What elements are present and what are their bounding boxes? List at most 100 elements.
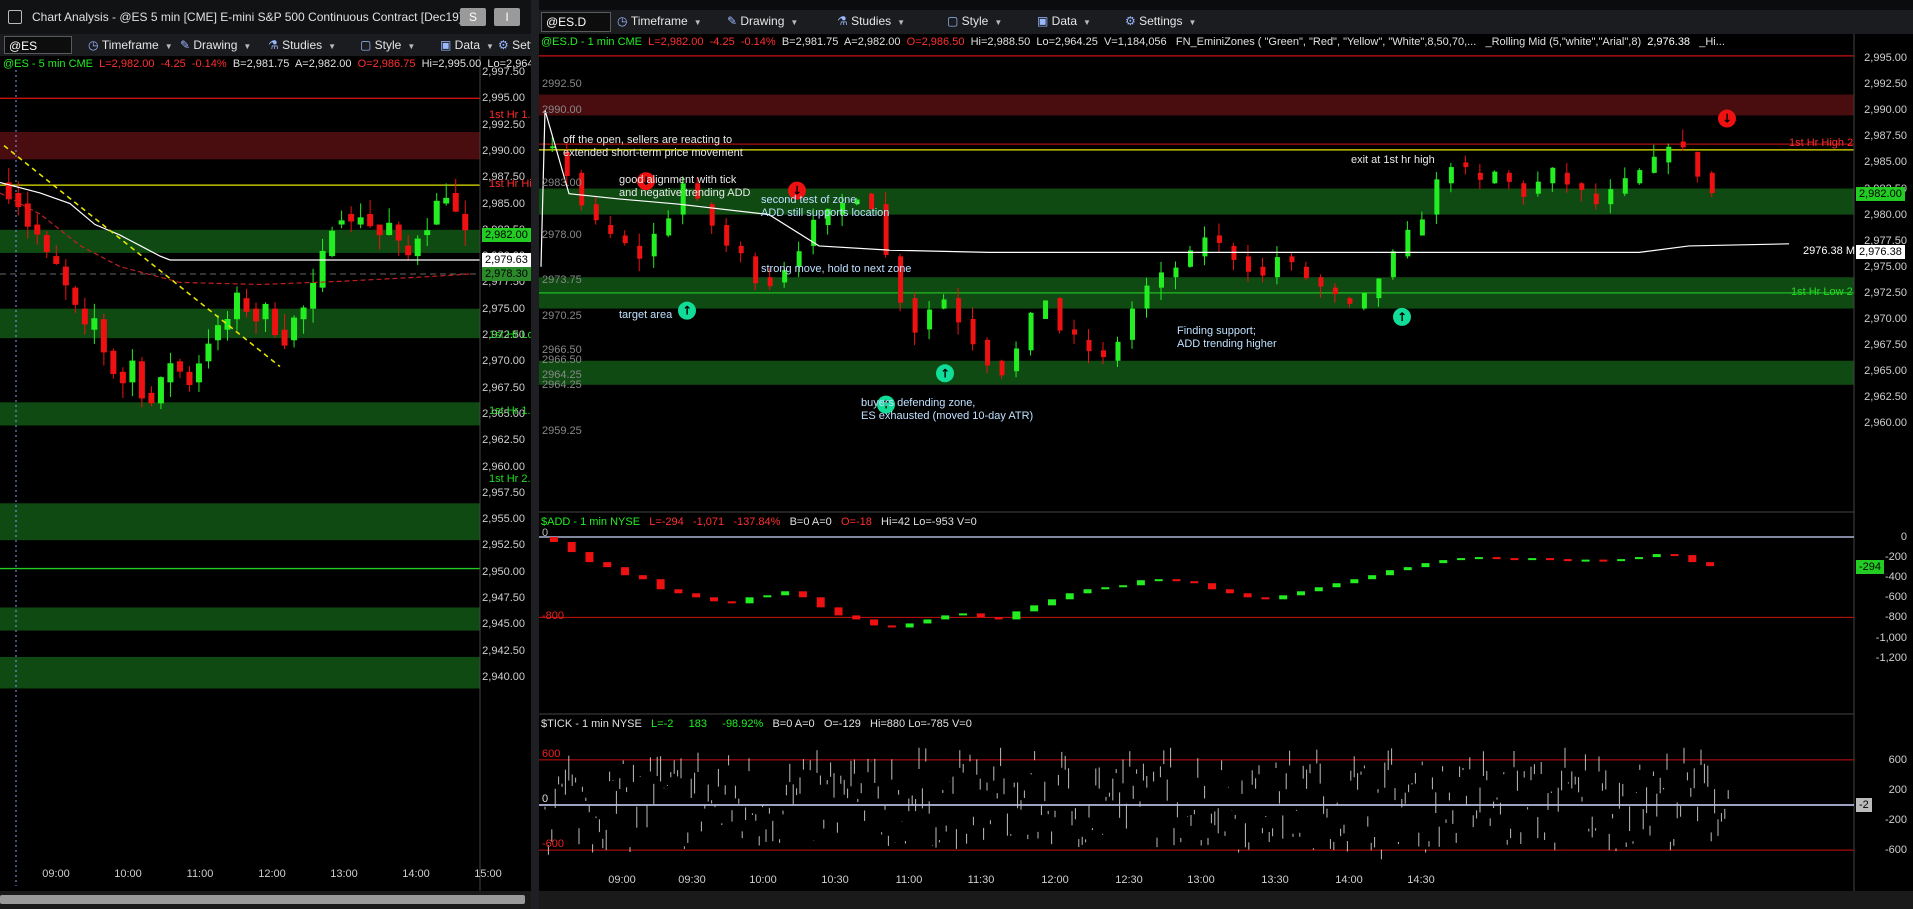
y-axis-tick: 2,965.00	[1864, 365, 1907, 378]
candle	[1593, 193, 1599, 205]
candle	[1144, 285, 1150, 309]
candle	[1390, 251, 1396, 278]
right-chart-area[interactable]: ↓ ↓ ↓ ↑ ↑ ↑ ↑ @ES.D - 1 min CME L=2,982.00 -4.…	[539, 34, 1913, 891]
toolbar-settings-menu[interactable]: ⚙ Settings ▼	[1125, 10, 1196, 32]
right-window: @ES.D ◷ Timeframe ▼ ✎ Drawing ▼ ⚗ Studies ▼ ▢ …	[539, 0, 1913, 909]
add-bar	[781, 591, 790, 596]
toolbar-data-menu[interactable]: ▣ Data ▼	[440, 34, 494, 56]
y-axis-tick: 2,945.00	[482, 618, 525, 631]
arrow-glyph: ↑	[682, 304, 692, 318]
y-axis-tick: 2,995.00	[1864, 52, 1907, 64]
candle	[1260, 266, 1266, 276]
toolbar-studies-menu[interactable]: ⚗ Studies ▼	[837, 10, 905, 32]
candle	[1245, 256, 1251, 272]
y-axis-tick: 2,950.00	[482, 565, 525, 578]
toolbar-data-menu[interactable]: ▣ Data ▼	[1037, 10, 1091, 32]
toolbar-style-menu[interactable]: ▢ Style ▼	[360, 34, 415, 56]
arrow-glyph: ↑	[1397, 310, 1407, 324]
x-axis-tick: 13:00	[1187, 874, 1215, 886]
candle	[593, 204, 599, 221]
level-zone	[539, 94, 1854, 116]
add-bar	[1350, 579, 1359, 584]
add-axis-tick: 0	[1900, 531, 1907, 543]
price-tag: 2,982.00	[1856, 186, 1905, 201]
chevron-down-icon: ▼	[897, 18, 906, 27]
toolbar-studies-menu[interactable]: ⚗ Studies ▼	[268, 34, 336, 56]
level-zone	[0, 607, 480, 631]
window-splitter[interactable]	[531, 0, 539, 909]
right-scrollbar[interactable]	[539, 891, 1913, 909]
s-button[interactable]: S	[460, 8, 486, 26]
candle	[452, 192, 459, 212]
right-symbol-box[interactable]: @ES.D	[541, 12, 611, 32]
candle	[1072, 329, 1078, 335]
add-bar	[976, 613, 985, 618]
add-bar	[1332, 583, 1341, 588]
add-bar	[1528, 558, 1537, 561]
add-bar	[1492, 557, 1501, 560]
inner-price-tick: 2959.25	[542, 425, 582, 438]
level-label: 1st Hr 1.5x Low 2965.38	[489, 404, 531, 417]
toolbar-timeframe-menu[interactable]: ◷ Timeframe ▼	[88, 34, 173, 56]
left-info-line: @ES - 5 min CME L=2,982.00 -4.25 -0.14% …	[3, 58, 531, 70]
add-axis-tick: -200	[1884, 551, 1907, 564]
add-bar	[959, 613, 968, 616]
candle	[81, 308, 88, 325]
candle	[1361, 292, 1367, 309]
toolbar-drawing-menu[interactable]: ✎ Drawing ▼	[180, 34, 251, 56]
left-scrollbar[interactable]	[0, 891, 531, 909]
toolbar-timeframe-menu[interactable]: ◷ Timeframe ▼	[617, 10, 702, 32]
add-bar	[1368, 575, 1377, 580]
arrow-glyph: ↓	[1722, 112, 1732, 126]
toolbar-style-menu[interactable]: ▢ Style ▼	[947, 10, 1002, 32]
add-bar	[1599, 559, 1608, 562]
toolbar-drawing-menu[interactable]: ✎ Drawing ▼	[727, 10, 798, 32]
y-axis-tick: 2,940.00	[482, 670, 525, 683]
candle	[1376, 278, 1382, 299]
inner-price-tick: 2992.50	[542, 78, 582, 91]
add-bar	[1261, 597, 1270, 600]
chevron-down-icon: ▼	[164, 42, 173, 51]
candle	[1477, 172, 1483, 180]
x-axis-tick: 10:30	[821, 874, 849, 886]
candle	[167, 363, 174, 383]
candle	[1130, 308, 1135, 340]
gear-icon: ⚙	[1125, 14, 1140, 28]
left-chart-panel[interactable]: @ES - 5 min CME L=2,982.00 -4.25 -0.14% …	[0, 56, 531, 891]
candle	[243, 298, 250, 312]
y-axis-tick: 2,990.00	[1864, 104, 1907, 117]
candle	[1448, 167, 1454, 184]
chevron-down-icon: ▼	[407, 42, 416, 51]
add-value-tag: -294	[1856, 559, 1885, 574]
y-axis-tick: 2,967.50	[482, 381, 525, 394]
candle	[1506, 172, 1512, 182]
left-title-bar[interactable]: Chart Analysis - @ES 5 min [CME] E-mini …	[0, 0, 531, 34]
left-price-chart[interactable]	[0, 56, 531, 891]
candle	[462, 214, 469, 231]
candle	[1332, 287, 1338, 295]
arrow-glyph: ↑	[940, 366, 950, 380]
left-symbol-box[interactable]: @ES	[4, 36, 72, 54]
candle	[43, 235, 50, 253]
candle	[405, 245, 412, 256]
inner-price-tick: 2973.75	[542, 273, 582, 286]
clock-icon: ◷	[88, 38, 102, 52]
candle	[1173, 267, 1179, 278]
tick-inner-tick: -600	[542, 838, 565, 851]
right-price-chart[interactable]: ↓↓↓↑↑↑↑	[539, 34, 1913, 891]
candle	[157, 377, 164, 404]
toolbar-label: Data	[454, 38, 481, 52]
i-button[interactable]: I	[494, 8, 520, 26]
inner-price-tick: 2978.00	[542, 229, 582, 242]
level-label: 1st Hr 2.0x Low 295	[489, 473, 531, 486]
y-axis-tick: 2,992.50	[1864, 78, 1907, 91]
candle	[291, 317, 298, 341]
candle	[386, 222, 393, 236]
chevron-down-icon: ▼	[693, 18, 702, 27]
y-axis-tick: 2,975.00	[482, 302, 525, 315]
x-axis-tick: 14:00	[402, 868, 430, 880]
level-label: 1st Hr 1.5x High 299	[489, 109, 531, 122]
add-bar	[1243, 593, 1252, 598]
tick-axis-tick: -200	[1884, 814, 1907, 827]
y-axis-tick: 2,975.00	[1864, 260, 1907, 273]
